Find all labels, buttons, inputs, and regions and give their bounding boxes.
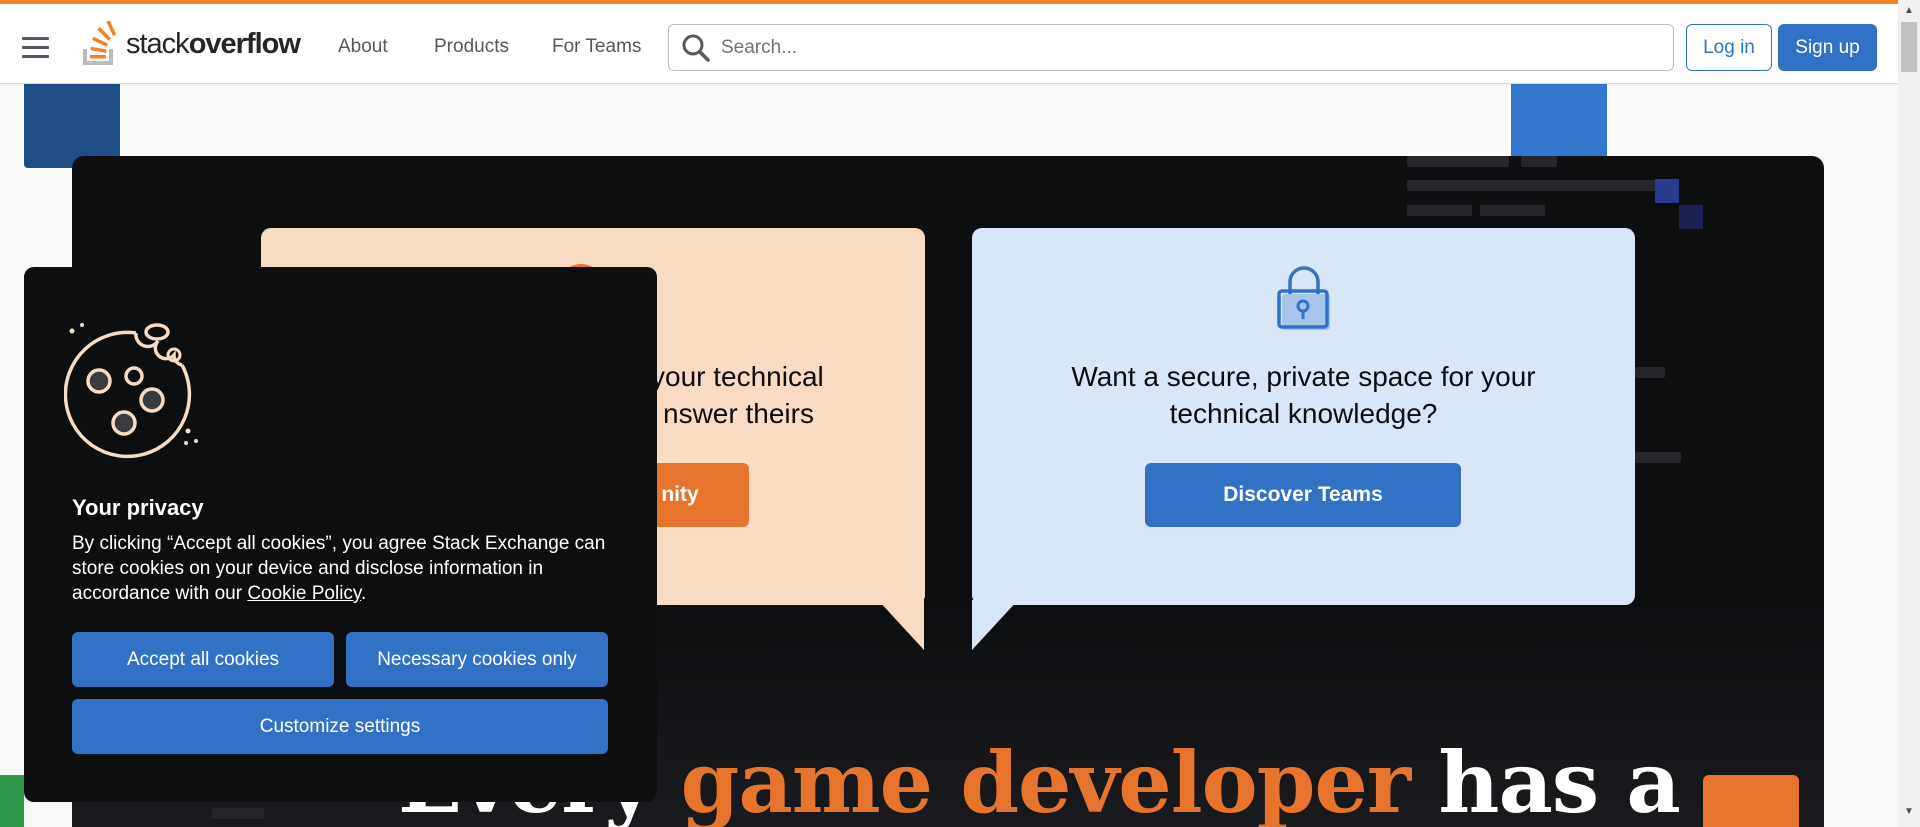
decorative-square (0, 775, 24, 827)
teams-text-line2: technical knowledge? (1169, 398, 1438, 429)
decorative-line (1407, 205, 1472, 216)
menu-icon[interactable] (22, 37, 49, 58)
teams-text-line1: Want a secure, private space for your (1071, 361, 1536, 392)
nav-for-teams[interactable]: For Teams (544, 28, 649, 66)
decorative-line (1521, 156, 1557, 167)
community-text-line2: nswer theirs (663, 398, 814, 429)
login-button[interactable]: Log in (1686, 24, 1772, 71)
discover-teams-button[interactable]: Discover Teams (1145, 463, 1461, 527)
decorative-line (212, 808, 264, 819)
decorative-line (1635, 367, 1665, 378)
scroll-down-icon[interactable]: ▼ (1903, 807, 1915, 817)
scrollbar-thumb[interactable] (1901, 22, 1917, 72)
decorative-square (1679, 205, 1703, 229)
decorative-square (1703, 775, 1799, 827)
cookie-dialog-title: Your privacy (72, 495, 204, 520)
search-icon (682, 34, 710, 62)
decorative-line (1407, 180, 1657, 191)
site-logo[interactable]: stackoverflow (82, 20, 301, 68)
lock-icon (1277, 266, 1330, 330)
signup-button[interactable]: Sign up (1778, 24, 1877, 71)
decorative-line (1407, 156, 1509, 167)
nav-about[interactable]: About (330, 28, 396, 66)
top-bar: stackoverflow About Products For Teams L… (0, 0, 1898, 84)
community-card-tail (878, 600, 924, 650)
decorative-square (1655, 179, 1679, 203)
community-text-line1: your technical (651, 361, 824, 392)
cookie-consent-dialog: Your privacy By clicking “Accept all coo… (24, 267, 657, 802)
nav-products[interactable]: Products (426, 28, 517, 66)
accept-all-cookies-button[interactable]: Accept all cookies (72, 632, 334, 687)
page-scrollbar[interactable]: ▲ ▼ (1898, 0, 1920, 827)
headline-part-end: has a (1438, 733, 1680, 827)
scroll-up-icon[interactable]: ▲ (1903, 6, 1915, 16)
decorative-line (1480, 205, 1545, 216)
search-box[interactable] (668, 24, 1674, 71)
stack-overflow-logo-icon (83, 21, 117, 65)
decorative-line (1635, 452, 1681, 463)
search-input[interactable] (721, 36, 1621, 59)
teams-card: Want a secure, private space for your te… (972, 228, 1635, 605)
cookie-policy-link[interactable]: Cookie Policy (247, 583, 361, 604)
cookie-dialog-body: By clicking “Accept all cookies”, you ag… (72, 531, 624, 606)
decorative-square (24, 76, 120, 168)
cookie-body-end: . (361, 583, 367, 604)
logo-wordmark: stackoverflow (126, 27, 301, 60)
headline-accent: game developer (680, 733, 1412, 827)
cookie-icon (64, 323, 198, 459)
customize-settings-button[interactable]: Customize settings (72, 699, 608, 754)
teams-card-tail (972, 600, 1018, 650)
necessary-cookies-button[interactable]: Necessary cookies only (346, 632, 608, 687)
decorative-square (1511, 76, 1607, 160)
